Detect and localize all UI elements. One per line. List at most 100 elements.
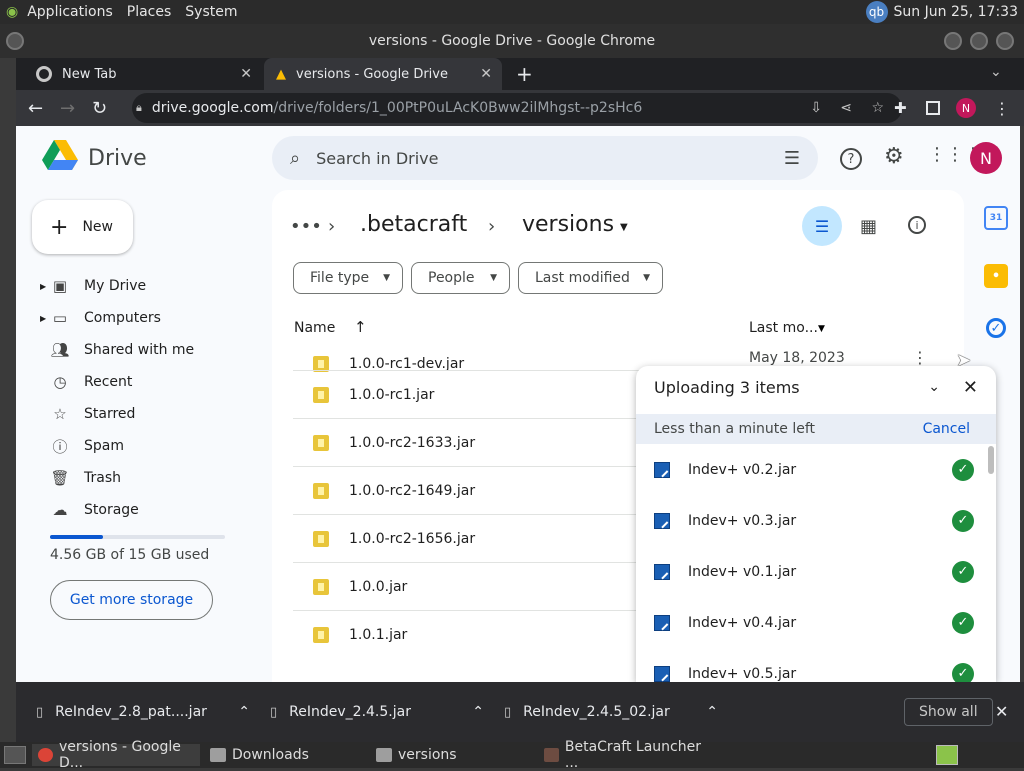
breadcrumb-current[interactable]: versions — [522, 212, 614, 237]
scrollbar-thumb[interactable] — [988, 446, 994, 474]
chevron-up-icon[interactable]: ⌃ — [238, 704, 250, 720]
profile-avatar[interactable]: N — [956, 98, 976, 118]
file-type-filter[interactable]: File type ▼ — [293, 262, 403, 294]
side-panel-icon[interactable] — [926, 101, 940, 115]
computers-icon: ▭ — [52, 309, 68, 327]
sidebar-item-computers[interactable]: ▶ ▭ Computers — [26, 302, 246, 334]
row-more-actions-icon[interactable]: ⋮ — [912, 348, 928, 367]
details-info-icon[interactable]: i — [908, 216, 926, 234]
get-more-storage-button[interactable]: Get more storage — [50, 580, 213, 620]
tab-search-button[interactable]: ⌄ — [990, 64, 1002, 80]
file-icon — [654, 614, 670, 631]
address-bar[interactable]: 🔒︎ drive.google.com /drive/folders/1_00P… — [132, 93, 902, 123]
taskbar-item-versions[interactable]: versions — [370, 744, 530, 766]
workspace-switcher[interactable] — [936, 745, 958, 765]
column-sort-caret-icon[interactable]: ▼ — [818, 324, 825, 334]
qbittorrent-tray-icon[interactable]: qb — [865, 1, 888, 23]
applications-menu[interactable]: Applications — [20, 4, 120, 20]
help-icon[interactable]: ? — [840, 148, 862, 170]
sidebar-item-storage[interactable]: ☁ Storage — [26, 494, 246, 526]
tab-new-tab[interactable]: New Tab ✕ — [16, 58, 262, 90]
show-desktop-button[interactable] — [4, 746, 26, 764]
betacraft-icon — [544, 748, 559, 762]
taskbar-item-chrome[interactable]: versions - Google D... — [32, 739, 200, 771]
sidebar-item-label: Recent — [84, 374, 133, 390]
chip-label: File type — [310, 270, 370, 286]
cancel-upload-button[interactable]: Cancel — [923, 421, 970, 437]
upload-item[interactable]: Indev+ v0.4.jar ✓ — [636, 597, 996, 648]
download-item[interactable]: ▯ ReIndev_2.8_pat....jar ⌃ — [36, 682, 258, 742]
minimize-button[interactable] — [944, 32, 962, 50]
back-button[interactable]: ← — [28, 98, 43, 119]
upload-item[interactable]: Indev+ v0.2.jar ✓ — [636, 444, 996, 495]
reload-button[interactable]: ↻ — [92, 98, 107, 119]
show-all-button[interactable]: Show all — [904, 698, 993, 726]
extensions-icon[interactable]: ✚ — [894, 99, 907, 117]
taskbar-item-downloads[interactable]: Downloads — [204, 744, 364, 766]
sort-ascending-icon[interactable]: ↑ — [354, 318, 367, 336]
system-menu[interactable]: System — [178, 4, 244, 20]
sidebar-item-recent[interactable]: ◷ Recent — [26, 366, 246, 398]
my-drive-icon: ▣ — [52, 277, 68, 295]
spam-icon: ⓘ — [52, 437, 68, 456]
close-tab-icon[interactable]: ✕ — [480, 66, 492, 82]
download-item[interactable]: ▯ ReIndev_2.4.5.jar ⌃ — [270, 682, 484, 742]
calendar-icon[interactable]: 31 — [984, 206, 1008, 230]
upload-item[interactable]: Indev+ v0.1.jar ✓ — [636, 546, 996, 597]
new-tab-button[interactable]: + — [516, 62, 533, 86]
sidebar-item-starred[interactable]: ☆ Starred — [26, 398, 246, 430]
close-upload-icon[interactable]: ✕ — [963, 377, 978, 398]
sidebar-item-my-drive[interactable]: ▶ ▣ My Drive — [26, 270, 246, 302]
window-menu-button[interactable] — [6, 32, 24, 50]
collapse-chevron-icon[interactable]: ⌄ — [928, 379, 940, 395]
tasks-icon[interactable]: ✓ — [986, 318, 1006, 338]
chevron-up-icon[interactable]: ⌃ — [706, 704, 718, 720]
expand-arrow-icon[interactable]: ▶ — [40, 282, 46, 291]
folder-menu-caret-icon[interactable]: ▼ — [620, 222, 628, 233]
sidebar-item-label: Starred — [84, 406, 136, 422]
install-app-icon[interactable]: ⇩ — [810, 100, 822, 116]
clock[interactable]: Sun Jun 25, 17:33 — [894, 4, 1018, 20]
upload-item[interactable]: Indev+ v0.3.jar ✓ — [636, 495, 996, 546]
file-name: 1.0.1.jar — [349, 626, 408, 643]
upload-item[interactable]: Indev+ v0.5.jar ✓ — [636, 648, 996, 682]
search-options-icon[interactable]: ☰ — [784, 148, 800, 169]
search-input[interactable]: ⌕ Search in Drive ☰ — [272, 136, 818, 180]
people-filter[interactable]: People ▼ — [411, 262, 510, 294]
places-menu[interactable]: Places — [120, 4, 179, 20]
folder-icon — [210, 748, 226, 762]
sidebar-item-spam[interactable]: ⓘ Spam — [26, 430, 246, 462]
maximize-button[interactable] — [970, 32, 988, 50]
download-item[interactable]: ▯ ReIndev_2.4.5_02.jar ⌃ — [504, 682, 718, 742]
grid-view-icon[interactable]: ▦ — [860, 216, 877, 237]
filter-toggle-icon[interactable]: ☰ — [802, 206, 842, 246]
forward-button[interactable]: → — [60, 98, 75, 119]
breadcrumb-separator-icon: › — [328, 216, 336, 237]
expand-arrow-icon[interactable]: ▶ — [40, 314, 46, 323]
system-logo-icon[interactable]: ◉ — [6, 4, 20, 20]
search-icon[interactable]: ⌕ — [290, 148, 300, 169]
chevron-up-icon[interactable]: ⌃ — [472, 704, 484, 720]
close-tab-icon[interactable]: ✕ — [240, 66, 252, 82]
taskbar-item-betacraft[interactable]: BetaCraft Launcher ... — [538, 739, 708, 771]
last-modified-filter[interactable]: Last modified ▼ — [518, 262, 663, 294]
upload-item-name: Indev+ v0.4.jar — [688, 614, 797, 631]
share-icon[interactable]: ⋖ — [840, 100, 852, 116]
upload-item-name: Indev+ v0.1.jar — [688, 563, 797, 580]
close-download-bar-icon[interactable]: ✕ — [995, 702, 1008, 721]
last-modified-column-header[interactable]: Last mo... — [749, 320, 818, 336]
chrome-menu-icon[interactable]: ⋮ — [994, 99, 1010, 118]
download-label: ReIndev_2.8_pat....jar — [55, 704, 207, 720]
sidebar-item-trash[interactable]: 🗑︎ Trash — [26, 462, 246, 494]
bookmark-star-icon[interactable]: ☆ — [871, 100, 884, 116]
keep-icon[interactable]: • — [984, 264, 1008, 288]
close-window-button[interactable] — [996, 32, 1014, 50]
name-column-header[interactable]: Name — [294, 320, 335, 336]
new-button[interactable]: + New — [32, 200, 133, 254]
sidebar-item-shared[interactable]: 👥︎ Shared with me — [26, 334, 246, 366]
breadcrumb-parent[interactable]: .betacraft — [360, 212, 467, 237]
settings-gear-icon[interactable]: ⚙ — [884, 144, 904, 169]
tab-google-drive[interactable]: ▲ versions - Google Drive ✕ — [264, 58, 502, 90]
more-breadcrumbs-icon[interactable]: ••• — [290, 216, 322, 237]
account-avatar[interactable]: N — [970, 142, 1002, 174]
